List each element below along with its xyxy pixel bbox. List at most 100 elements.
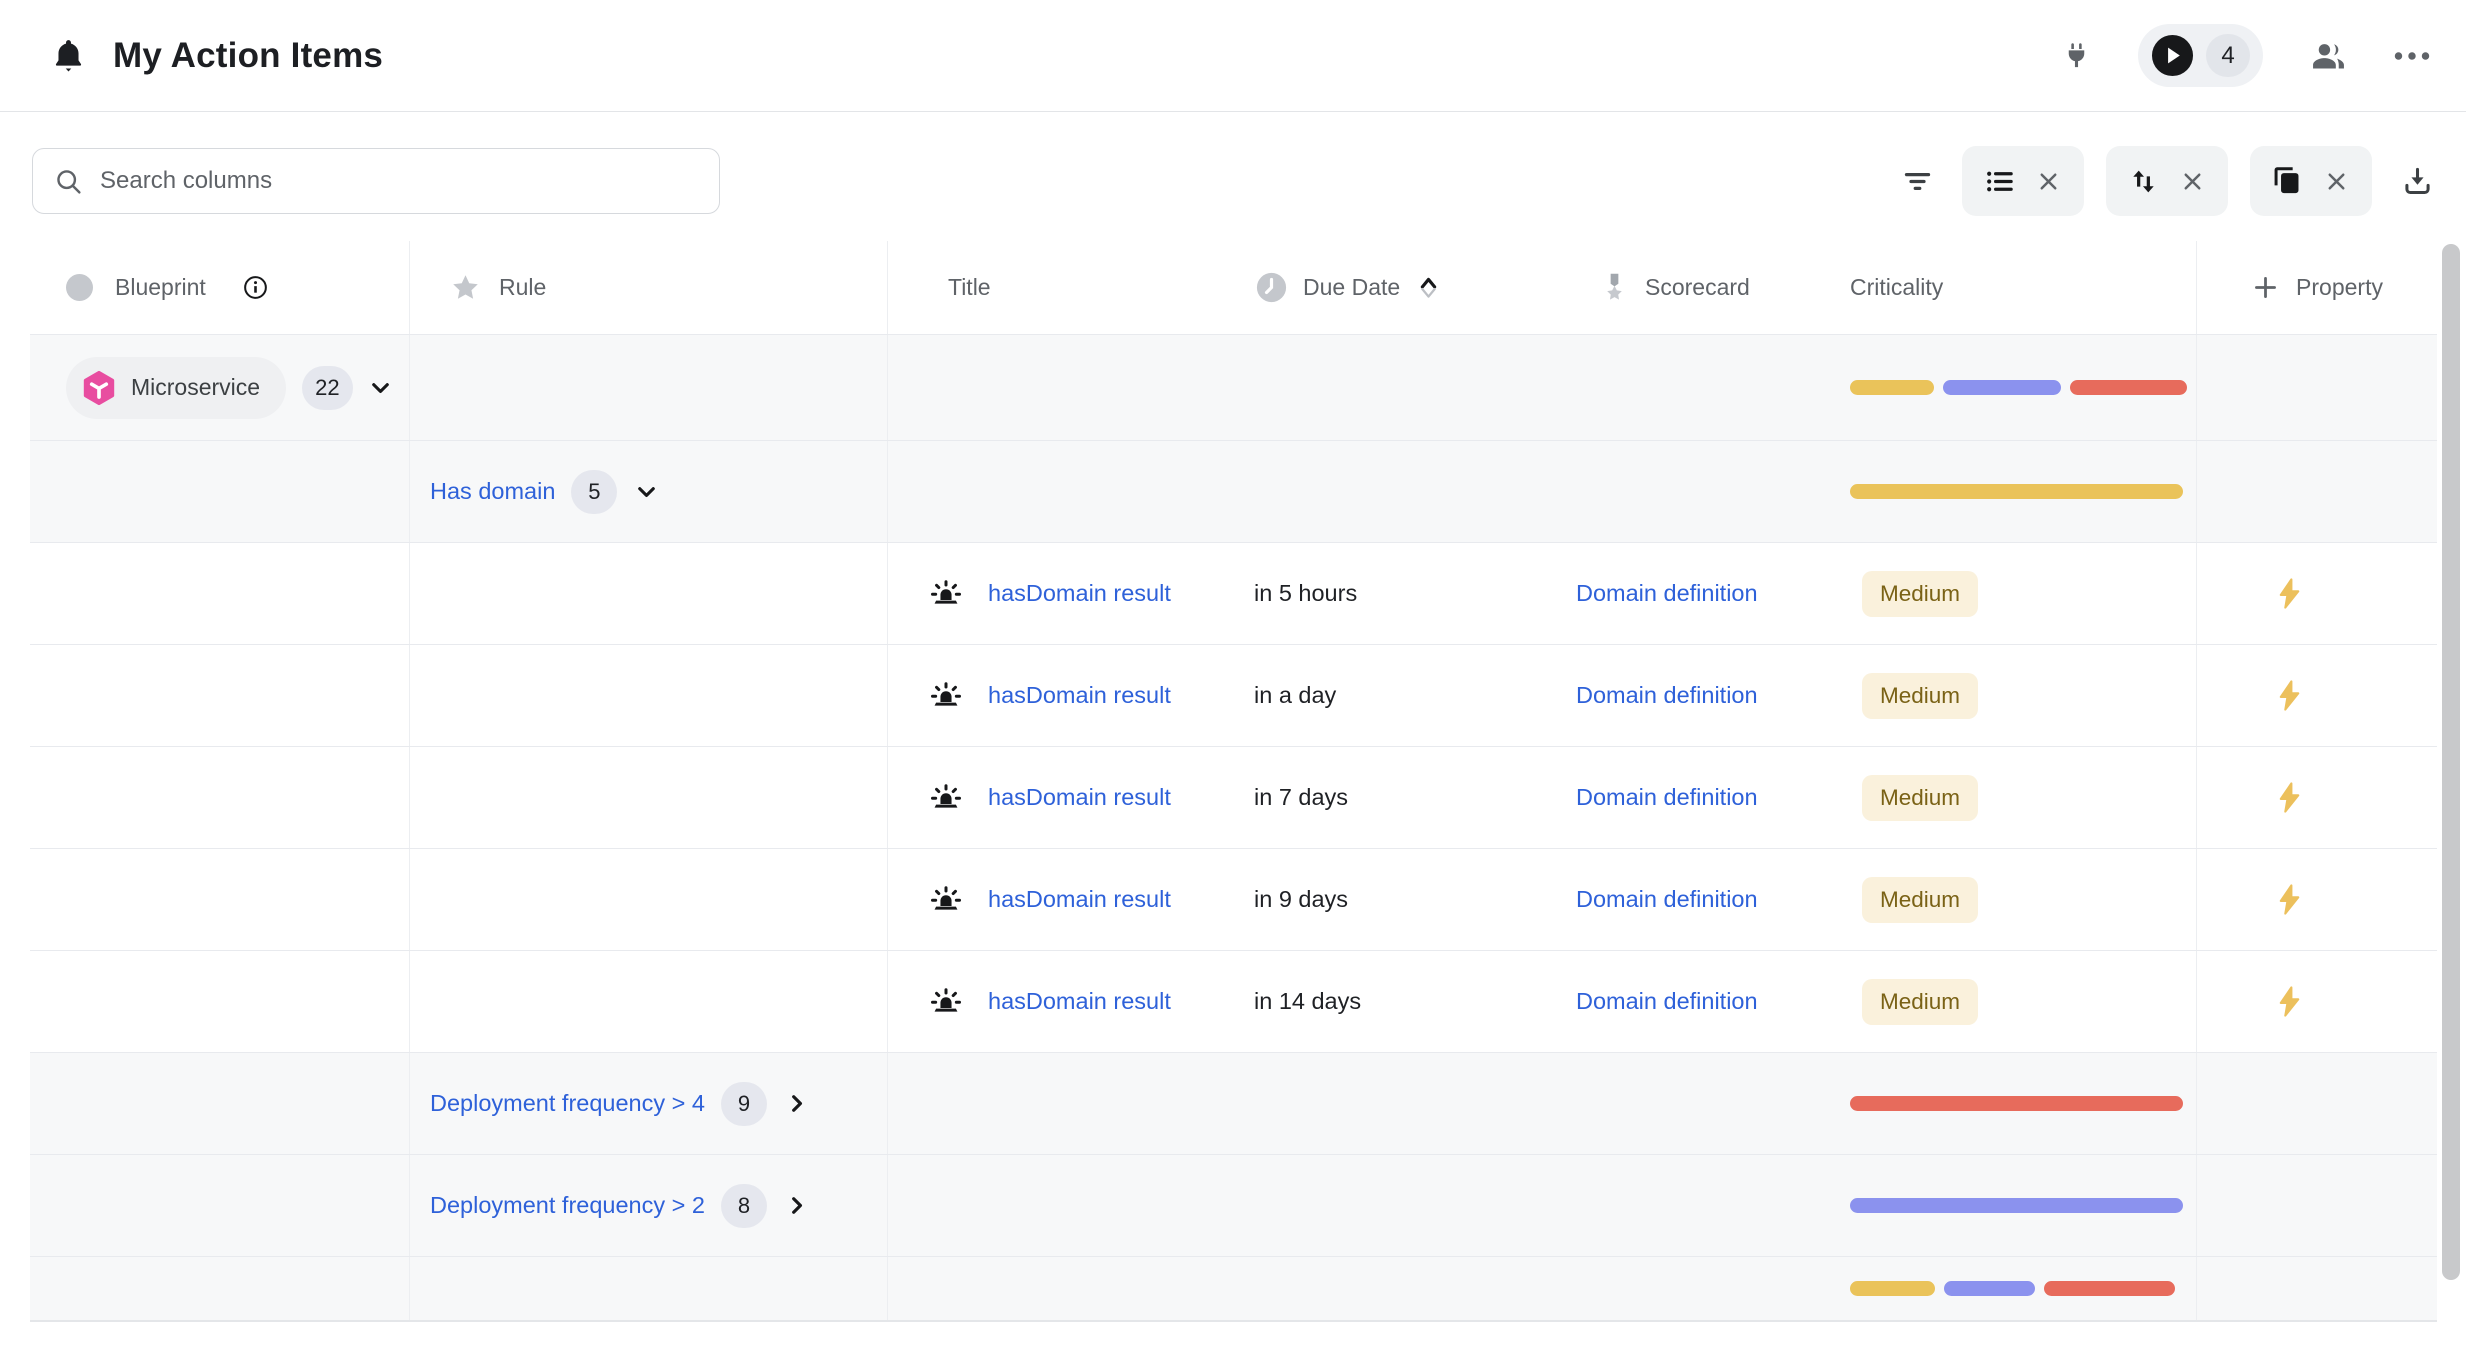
toolbar-actions <box>1894 146 2440 216</box>
column-header-due-date[interactable]: Due Date <box>1240 241 1560 334</box>
lightning-bolt-icon[interactable] <box>2272 882 2307 917</box>
criticality-badge: Medium <box>1862 673 1978 719</box>
microservice-chip-label: Microservice <box>131 374 260 401</box>
column-header-criticality[interactable]: Criticality <box>1840 241 2196 334</box>
column-header-blueprint[interactable]: Blueprint <box>30 241 410 334</box>
scorecard-link[interactable]: Domain definition <box>1576 886 1758 913</box>
add-property-button[interactable]: Property <box>2196 241 2437 334</box>
empty-cell <box>410 1257 888 1320</box>
item-scorecard-cell: Domain definition <box>1560 645 1840 746</box>
scorecard-link[interactable]: Domain definition <box>1576 580 1758 607</box>
empty-cell <box>888 1155 1240 1256</box>
star-icon <box>450 272 481 303</box>
vertical-scrollbar-thumb[interactable] <box>2442 244 2460 1280</box>
empty-cell <box>410 543 888 644</box>
clear-group-by-icon[interactable] <box>2035 168 2062 195</box>
empty-cell <box>888 1257 1240 1320</box>
lightning-bolt-icon[interactable] <box>2272 780 2307 815</box>
sort-pill[interactable] <box>2106 146 2228 216</box>
download-icon[interactable] <box>2394 158 2440 204</box>
criticality-badge: Medium <box>1862 775 1978 821</box>
due-date-value: in 14 days <box>1254 988 1361 1015</box>
chevron-down-icon[interactable] <box>633 478 660 505</box>
item-due-cell: in 7 days <box>1240 747 1560 848</box>
table-row-item: hasDomain result in 7 days Domain defini… <box>30 746 2437 848</box>
chevron-right-icon[interactable] <box>783 1192 810 1219</box>
item-title-link[interactable]: hasDomain result <box>988 682 1171 709</box>
rule-count-badge: 5 <box>571 470 617 514</box>
chevron-right-icon[interactable] <box>783 1090 810 1117</box>
people-icon[interactable] <box>2309 36 2348 75</box>
lightning-bolt-icon[interactable] <box>2272 678 2307 713</box>
scorecard-link[interactable]: Domain definition <box>1576 682 1758 709</box>
clear-copy-view-icon[interactable] <box>2323 168 2350 195</box>
search-columns-input[interactable] <box>100 167 698 195</box>
criticality-badge: Medium <box>1862 877 1978 923</box>
rule-group-link[interactable]: Deployment frequency > 4 <box>430 1090 705 1117</box>
column-header-scorecard[interactable]: Scorecard <box>1560 241 1840 334</box>
item-title-link[interactable]: hasDomain result <box>988 886 1171 913</box>
item-due-cell: in 9 days <box>1240 849 1560 950</box>
criticality-bars <box>1850 1281 2175 1296</box>
criticality-bars-cell <box>1840 335 2196 440</box>
criticality-bars-cell <box>1840 1155 2196 1256</box>
item-title-cell: hasDomain result <box>888 747 1240 848</box>
column-header-title[interactable]: Title <box>888 241 1240 334</box>
lightning-bolt-icon[interactable] <box>2272 576 2307 611</box>
table-header-row: Blueprint Rule Title Due Date <box>30 241 2437 334</box>
clear-sort-icon[interactable] <box>2179 168 2206 195</box>
rule-group-link[interactable]: Deployment frequency > 2 <box>430 1192 705 1219</box>
copy-view-pill[interactable] <box>2250 146 2372 216</box>
group-by-pill[interactable] <box>1962 146 2084 216</box>
table-row-item: hasDomain result in 5 hours Domain defin… <box>30 542 2437 644</box>
item-scorecard-cell: Domain definition <box>1560 747 1840 848</box>
chevron-down-icon[interactable] <box>367 374 394 401</box>
item-criticality-cell: Medium <box>1840 747 2196 848</box>
plus-icon <box>2251 273 2280 302</box>
scorecard-link[interactable]: Domain definition <box>1576 784 1758 811</box>
search-columns-box[interactable] <box>32 148 720 214</box>
table-row-rule-group: Has domain 5 <box>30 440 2437 542</box>
column-label-rule: Rule <box>499 274 546 301</box>
rule-group-cell: Has domain 5 <box>410 441 888 542</box>
empty-cell <box>2196 1053 2437 1154</box>
search-icon <box>54 167 83 196</box>
empty-cell <box>410 335 888 440</box>
item-title-link[interactable]: hasDomain result <box>988 580 1171 607</box>
alarm-icon <box>928 984 964 1020</box>
info-icon[interactable] <box>242 274 269 301</box>
filter-icon[interactable] <box>1894 158 1940 204</box>
alarm-icon <box>928 882 964 918</box>
microservice-cube-icon <box>80 369 118 407</box>
empty-cell <box>410 849 888 950</box>
item-scorecard-cell: Domain definition <box>1560 849 1840 950</box>
column-header-rule[interactable]: Rule <box>410 241 888 334</box>
plug-icon[interactable] <box>2061 40 2092 71</box>
empty-cell <box>888 335 1240 440</box>
rule-count-badge: 9 <box>721 1082 767 1126</box>
microservice-chip[interactable]: Microservice <box>66 357 286 419</box>
item-title-cell: hasDomain result <box>888 645 1240 746</box>
rule-group-link[interactable]: Has domain <box>430 478 555 505</box>
item-scorecard-cell: Domain definition <box>1560 951 1840 1052</box>
empty-cell <box>1560 1155 1840 1256</box>
alarm-icon <box>928 780 964 816</box>
page-header-actions: 4 <box>2061 24 2436 87</box>
item-title-link[interactable]: hasDomain result <box>988 784 1171 811</box>
item-property-cell <box>2196 543 2437 644</box>
due-date-value: in 5 hours <box>1254 580 1357 607</box>
empty-cell <box>1240 441 1560 542</box>
empty-cell <box>1240 1257 1560 1320</box>
empty-cell <box>1240 335 1560 440</box>
item-title-cell: hasDomain result <box>888 951 1240 1052</box>
more-dots-icon[interactable] <box>2394 51 2430 61</box>
runs-button[interactable]: 4 <box>2138 24 2263 87</box>
page-header: My Action Items 4 <box>0 0 2466 112</box>
due-date-sort-control[interactable] <box>1418 277 1439 299</box>
scorecard-link[interactable]: Domain definition <box>1576 988 1758 1015</box>
item-title-cell: hasDomain result <box>888 849 1240 950</box>
lightning-bolt-icon[interactable] <box>2272 984 2307 1019</box>
group-by-list-icon <box>1984 166 2015 197</box>
item-title-link[interactable]: hasDomain result <box>988 988 1171 1015</box>
empty-cell <box>2196 441 2437 542</box>
